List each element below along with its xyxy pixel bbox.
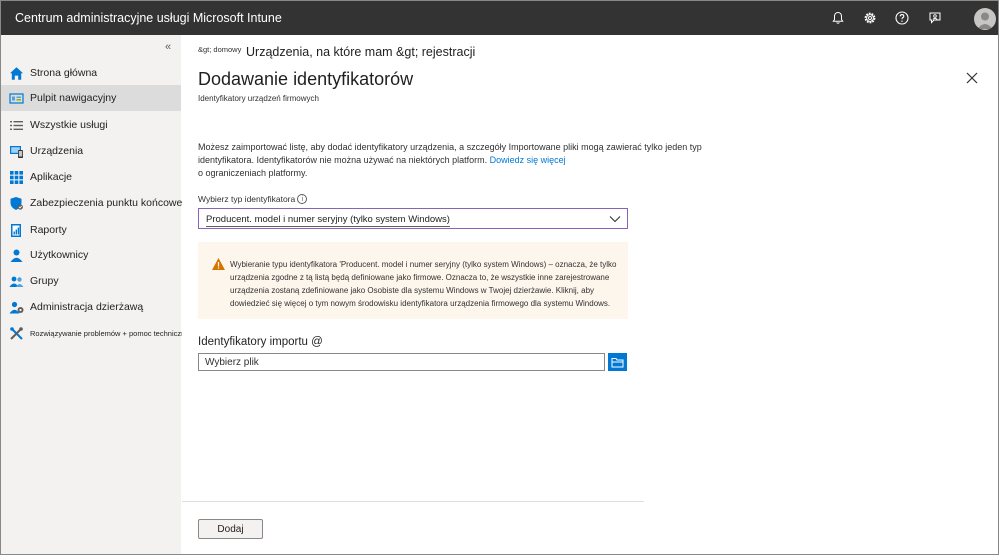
- identifier-type-dropdown[interactable]: Producent. model i numer seryjny (tylko …: [198, 208, 628, 229]
- warning-text: Wybieranie typu identyfikatora 'Producen…: [230, 260, 617, 308]
- description-line-2: o ograniczeniach platformy.: [198, 168, 308, 178]
- folder-icon: [611, 357, 624, 367]
- warning-banner: Wybieranie typu identyfikatora 'Producen…: [198, 242, 628, 319]
- sidebar-item-home[interactable]: Strona główna: [1, 60, 181, 86]
- identifier-type-label-text: Wybierz typ identyfikatora: [198, 194, 296, 204]
- chevron-down-icon: [609, 214, 621, 224]
- footer-divider: [182, 501, 644, 502]
- description-text: Możesz zaimportować listę, aby dodać ide…: [198, 142, 702, 165]
- sidebar-item-groups[interactable]: Grupy: [1, 268, 181, 294]
- description: Możesz zaimportować listę, aby dodać ide…: [198, 141, 708, 167]
- collapse-sidebar-button[interactable]: «: [165, 41, 171, 53]
- sidebar-item-reports[interactable]: Raporty: [1, 217, 181, 243]
- sidebar-item-label: Wszystkie usługi: [30, 119, 108, 131]
- sidebar-item-label: Rozwiązywanie problemów + pomoc technicz…: [30, 328, 190, 338]
- home-icon: [9, 66, 24, 81]
- identifier-type-label: Wybierz typ identyfikatora i: [198, 194, 308, 204]
- help-icon[interactable]: [893, 9, 911, 27]
- sidebar-item-label: Strona główna: [30, 67, 98, 79]
- top-bar: Centrum administracyjne usługi Microsoft…: [1, 1, 998, 35]
- apps-grid-icon: [9, 170, 24, 185]
- breadcrumb-home[interactable]: &gt; domowy: [198, 45, 241, 54]
- sidebar: « Strona główna Pulpit nawigacyjny Wszys…: [1, 35, 194, 554]
- app-window: Centrum administracyjne usługi Microsoft…: [0, 0, 999, 555]
- page-subtitle: Identyfikatory urządzeń firmowych: [198, 94, 319, 103]
- info-icon[interactable]: i: [297, 194, 308, 204]
- page-title: Dodawanie identyfikatorów: [198, 69, 414, 89]
- breadcrumb-enrollment[interactable]: Urządzenia, na które mam &gt; rejestracj…: [246, 45, 475, 59]
- learn-more-link[interactable]: Dowiedz się więcej: [490, 155, 566, 165]
- sidebar-item-tenant-admin[interactable]: Administracja dzierżawą: [1, 294, 181, 320]
- sidebar-item-dashboard[interactable]: Pulpit nawigacyjny: [1, 85, 181, 111]
- list-icon: [9, 118, 24, 133]
- feedback-icon[interactable]: [926, 9, 944, 27]
- add-button[interactable]: Dodaj: [198, 519, 263, 539]
- browse-button[interactable]: [608, 353, 627, 371]
- sidebar-item-label: Grupy: [30, 275, 59, 287]
- file-select-input[interactable]: [198, 353, 605, 371]
- import-identifiers-label: Identyfikatory importu @: [198, 336, 323, 348]
- sidebar-item-troubleshooting[interactable]: Rozwiązywanie problemów + pomoc technicz…: [1, 320, 189, 346]
- troubleshoot-icon: [9, 326, 24, 341]
- close-icon[interactable]: [965, 71, 979, 85]
- sidebar-item-label: Administracja dzierżawą: [30, 301, 144, 313]
- main-panel: &gt; domowy Urządzenia, na które mam &gt…: [182, 35, 998, 554]
- sidebar-item-label: Użytkownicy: [30, 249, 89, 261]
- sidebar-item-label: Raporty: [30, 224, 67, 236]
- sidebar-item-users[interactable]: Użytkownicy: [1, 242, 181, 268]
- user-icon: [9, 248, 24, 263]
- devices-icon: [9, 144, 24, 159]
- warning-icon: [211, 257, 226, 271]
- sidebar-item-label: Urządzenia: [30, 145, 84, 157]
- gear-icon[interactable]: [861, 9, 879, 27]
- sidebar-item-label: Zabezpieczenia punktu końcowego: [30, 197, 195, 209]
- avatar[interactable]: [974, 8, 996, 30]
- sidebar-item-label: Aplikacje: [30, 171, 73, 183]
- sidebar-item-label: Pulpit nawigacyjny: [30, 92, 117, 104]
- groups-icon: [9, 274, 24, 289]
- dashboard-icon: [9, 91, 24, 106]
- app-title[interactable]: Centrum administracyjne usługi Microsoft…: [15, 11, 282, 25]
- sidebar-item-all-services[interactable]: Wszystkie usługi: [1, 112, 181, 138]
- identifier-type-value: Producent. model i numer seryjny (tylko …: [206, 214, 450, 227]
- tenant-admin-icon: [9, 300, 24, 315]
- sidebar-item-endpoint-security[interactable]: Zabezpieczenia punktu końcowego: [1, 190, 194, 216]
- reports-icon: [9, 223, 24, 238]
- sidebar-item-apps[interactable]: Aplikacje: [1, 164, 181, 190]
- bell-icon[interactable]: [829, 9, 847, 27]
- sidebar-item-devices[interactable]: Urządzenia: [1, 138, 181, 164]
- shield-icon: [9, 196, 24, 211]
